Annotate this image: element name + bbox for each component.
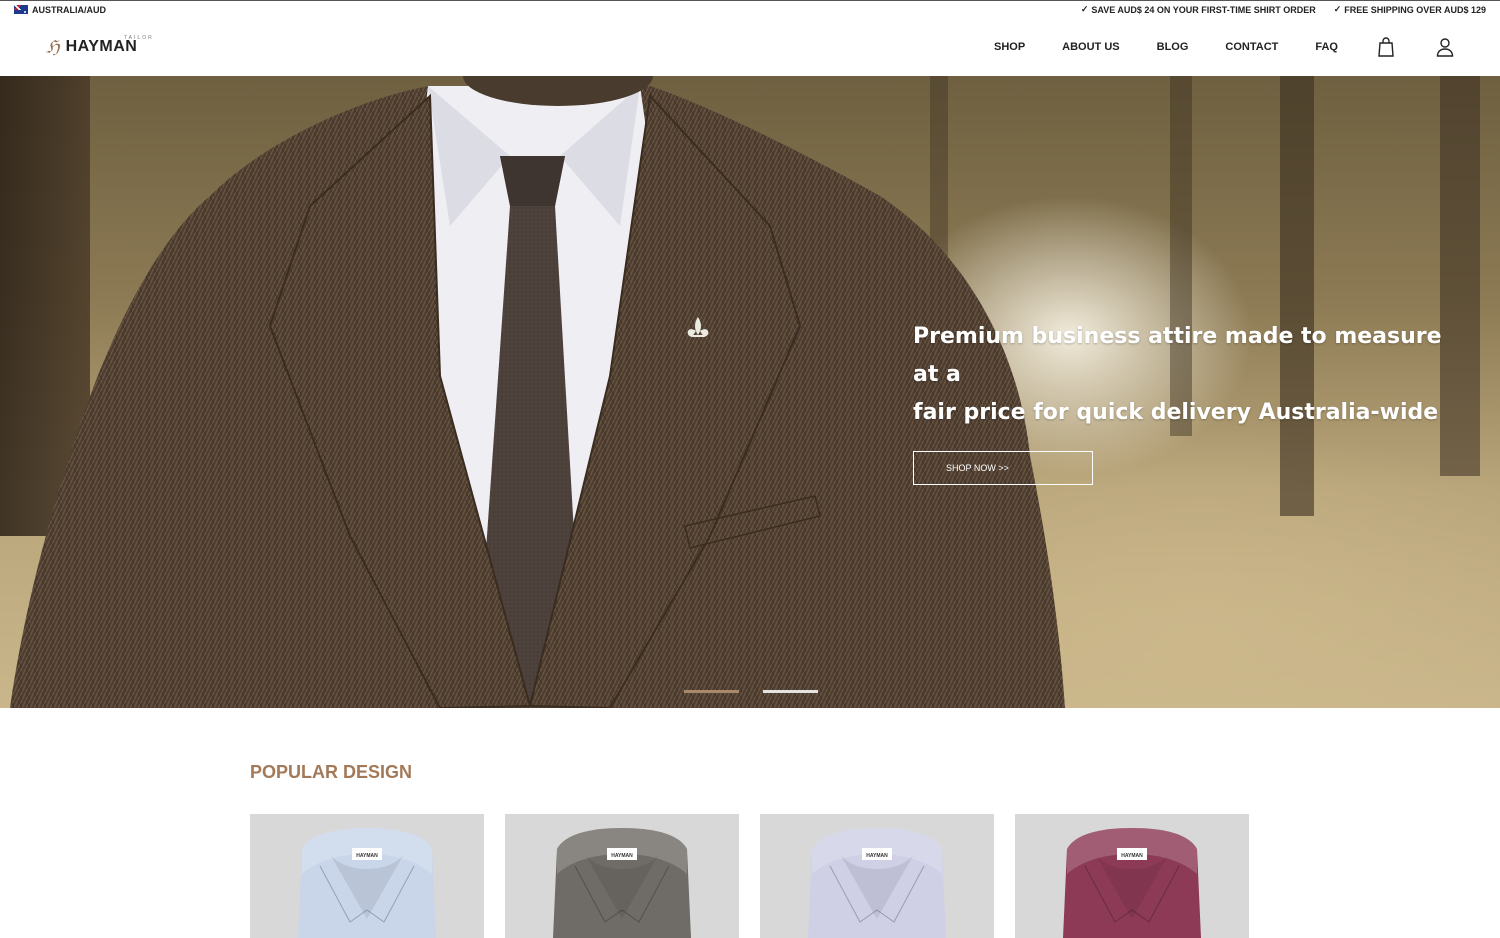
top-utility-bar: AUSTRALIA/AUD ✓ SAVE AUD$ 24 ON YOUR FIR… [0, 0, 1500, 18]
nav-shop[interactable]: SHOP [994, 41, 1025, 53]
carousel-dot-2[interactable] [763, 690, 818, 693]
nav-contact[interactable]: CONTACT [1225, 41, 1278, 53]
shirt-image: HAYMAN [1015, 814, 1249, 938]
carousel-dot-1[interactable] [684, 690, 739, 693]
shirt-label: HAYMAN [356, 853, 378, 859]
product-card[interactable]: HAYMAN [1015, 814, 1249, 938]
promo-list: ✓ SAVE AUD$ 24 ON YOUR FIRST-TIME SHIRT … [1081, 4, 1486, 15]
shirt-label: HAYMAN [611, 853, 633, 859]
locale-label: AUSTRALIA/AUD [32, 4, 106, 15]
promo-item: ✓ FREE SHIPPING OVER AUD$ 129 [1334, 4, 1486, 15]
nav-blog[interactable]: BLOG [1157, 41, 1189, 53]
locale-selector[interactable]: AUSTRALIA/AUD [14, 5, 106, 15]
hero-headline-line: fair price for quick delivery Australia-… [913, 400, 1439, 425]
shirt-label: HAYMAN [1121, 853, 1143, 859]
shirt-image: HAYMAN [250, 814, 484, 938]
hero-banner: Premium business attire made to measure … [0, 76, 1500, 708]
australia-flag-icon [14, 5, 28, 14]
nav-faq[interactable]: FAQ [1315, 41, 1338, 53]
promo-text: FREE SHIPPING OVER AUD$ 129 [1344, 4, 1486, 15]
product-card[interactable]: HAYMAN [250, 814, 484, 938]
shopping-bag-icon[interactable] [1375, 36, 1397, 58]
logo-wordmark: HAYMAN [65, 38, 138, 55]
product-card[interactable]: HAYMAN [760, 814, 994, 938]
main-nav: SHOP ABOUT US BLOG CONTACT FAQ [994, 36, 1456, 58]
popular-design-title: POPULAR DESIGN [250, 762, 413, 782]
promo-text: SAVE AUD$ 24 ON YOUR FIRST-TIME SHIRT OR… [1091, 4, 1316, 15]
hero-headline-line: Premium business attire made to measure … [913, 324, 1442, 387]
shop-now-button[interactable]: SHOP NOW >> [913, 451, 1093, 485]
logo-subtitle: TAILOR [124, 34, 154, 41]
hero-model-image [10, 76, 1065, 708]
user-icon[interactable] [1434, 36, 1456, 58]
logo[interactable]: ℌ HAYMAN TAILOR [46, 35, 152, 58]
hero-copy: Premium business attire made to measure … [913, 318, 1453, 485]
carousel-indicators [684, 690, 818, 693]
shirt-image: HAYMAN [760, 814, 994, 938]
check-icon: ✓ [1333, 4, 1342, 14]
logo-mark-icon: ℌ [46, 36, 60, 58]
hero-headline: Premium business attire made to measure … [913, 318, 1453, 432]
shirt-image: HAYMAN [505, 814, 739, 938]
nav-about-us[interactable]: ABOUT US [1062, 41, 1119, 53]
shirt-label: HAYMAN [866, 853, 888, 859]
product-grid: HAYMAN HAYMAN HAYMAN HAYMAN [250, 814, 1249, 938]
site-header: ℌ HAYMAN TAILOR SHOP ABOUT US BLOG CONTA… [0, 18, 1500, 76]
check-icon: ✓ [1080, 4, 1089, 14]
product-card[interactable]: HAYMAN [505, 814, 739, 938]
promo-item: ✓ SAVE AUD$ 24 ON YOUR FIRST-TIME SHIRT … [1081, 4, 1316, 15]
